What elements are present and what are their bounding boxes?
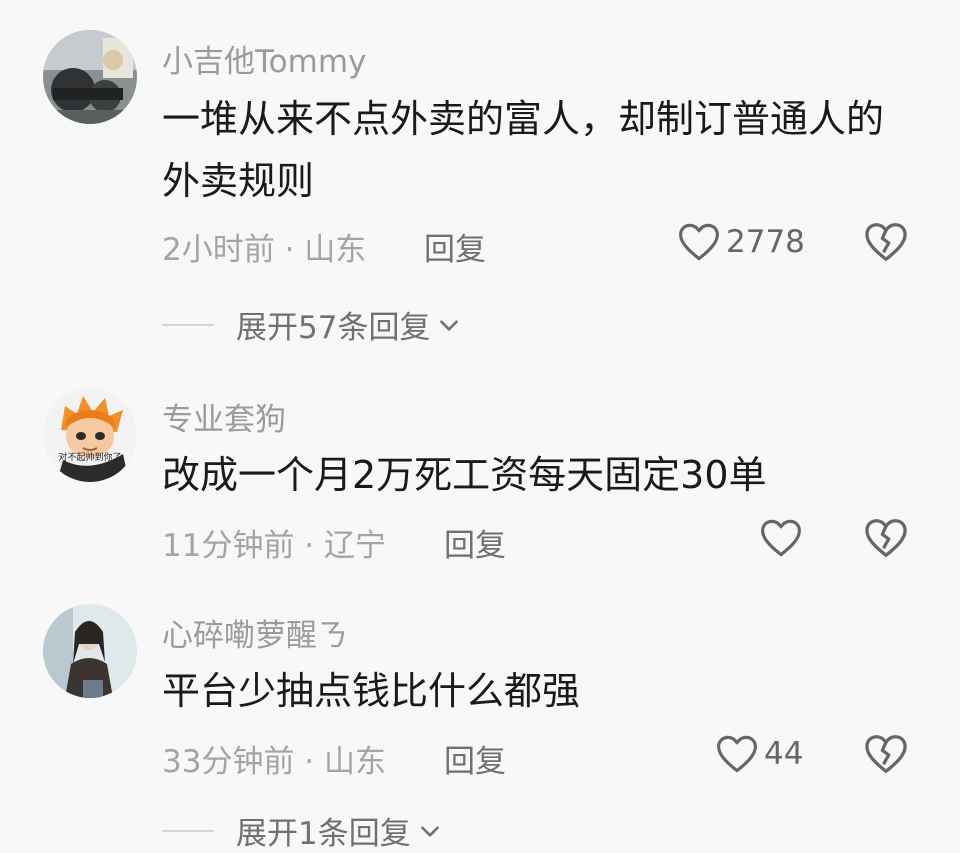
username[interactable]: 专业套狗 [162,394,286,439]
comment-meta: 2小时前 · 山东 [162,232,367,268]
heart-outline-icon [717,735,757,773]
dislike-button[interactable] [864,222,908,262]
comment-meta: 11分钟前 · 辽宁 [162,528,387,564]
like-button[interactable] [760,518,808,558]
like-button[interactable]: 44 [716,734,803,774]
avatar-caption: 对不起帅到你了 [58,451,121,463]
reply-button[interactable]: 回复 [444,520,506,565]
comment-meta: 33分钟前 · 山东 [162,744,387,780]
chevron-down-icon [440,319,459,331]
avatar-image [43,30,137,124]
heart-outline-icon [679,223,719,261]
dislike-button[interactable] [864,734,908,774]
like-button[interactable]: 2778 [678,222,805,262]
heart-outline-icon [761,519,801,557]
broken-heart-icon [865,519,907,557]
expand-replies-button[interactable]: 展开57条回复 [162,302,462,347]
divider-line [162,829,214,832]
like-count: 2778 [726,224,805,260]
broken-heart-icon [865,223,907,261]
reply-button[interactable]: 回复 [424,224,486,269]
comment-text: 一堆从来不点外卖的富人，却制订普通人的外卖规则 [162,97,885,203]
expand-replies-label: 展开57条回复 [236,310,431,346]
comment-text: 改成一个月2万死工资每天固定30单 [162,453,767,497]
dislike-button[interactable] [864,518,908,558]
expand-replies-button[interactable]: 展开1条回复 [162,808,443,853]
chevron-down-icon [420,825,439,837]
expand-replies-label: 展开1条回复 [236,816,411,852]
avatar-image: 对不起帅到你了 [43,388,137,482]
reply-button[interactable]: 回复 [444,736,506,781]
avatar-image [43,604,137,698]
username[interactable]: 心碎嘞萝醒ㄋ [162,610,348,655]
divider-line [162,323,214,326]
avatar[interactable] [43,30,137,124]
avatar[interactable]: 对不起帅到你了 [43,388,137,482]
comment-text: 平台少抽点钱比什么都强 [162,669,581,713]
like-count: 44 [764,736,804,772]
avatar[interactable] [43,604,137,698]
broken-heart-icon [865,735,907,773]
username[interactable]: 小吉他Tommy [162,36,366,81]
